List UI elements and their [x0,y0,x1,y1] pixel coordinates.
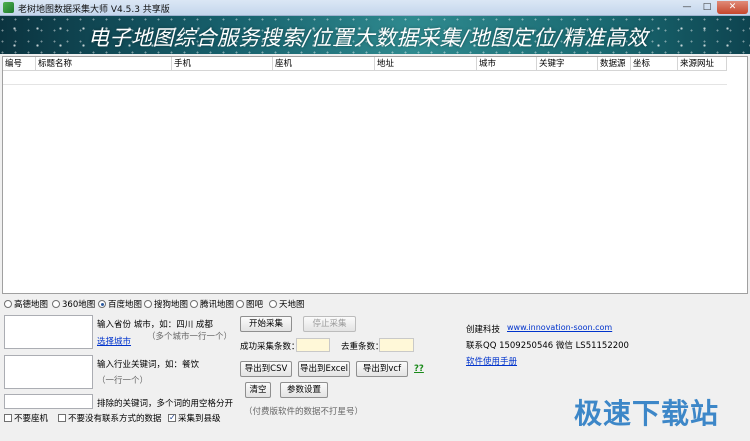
company-site-link[interactable]: www.innovation-soon.com [507,323,612,332]
window-title: 老树地图数据采集大师 V4.5.3 共享版 [18,5,170,15]
radio-amap[interactable]: 高德地图 [4,299,48,311]
dedup-count-label: 去重条数： [341,342,384,352]
radio-dot-icon [269,300,277,308]
column-header-city[interactable]: 城市 [477,57,537,71]
start-collect-button[interactable]: 开始采集 [240,316,292,332]
stop-collect-button[interactable]: 停止采集 [303,316,356,332]
company-name: 创建科技 [466,325,501,335]
minimize-button[interactable]: — [677,1,697,14]
radio-dot-icon [4,300,12,308]
exclude-keyword-input[interactable] [4,394,93,409]
close-button[interactable]: ✕ [717,1,748,14]
select-city-link[interactable]: 选择城市 [97,335,131,347]
radio-dot-icon [52,300,60,308]
results-table[interactable]: 编号 标题名称 手机 座机 地址 城市 关键字 数据源 坐标 来源网址 [2,56,748,294]
company-contact: 联系QQ 1509250546 微信 LS51152200 [466,341,629,351]
city-input[interactable] [4,315,93,349]
to-county-checkbox[interactable]: 采集到县级 [168,412,221,425]
radio-baidumap[interactable]: 百度地图 [98,299,142,311]
radio-mapbar[interactable]: 图吧 [236,299,263,311]
city-sub-hint: （多个城市一行一个） [147,332,233,342]
checkbox-icon [4,414,12,422]
column-header-landline[interactable]: 座机 [273,57,375,71]
success-count-label: 成功采集条数： [240,342,300,352]
checkbox-icon [58,414,66,422]
radio-dot-icon [236,300,244,308]
export-vcf-button[interactable]: 导出到vcf [356,361,408,377]
column-header-title[interactable]: 标题名称 [36,57,172,71]
keyword-input[interactable] [4,355,93,389]
clear-button[interactable]: 清空 [245,382,271,398]
banner: 电子地图综合服务搜索/位置大数据采集/地图定位/精准高效 [0,16,750,54]
column-header-source-url[interactable]: 来源网址 [678,57,727,71]
radio-tianditu[interactable]: 天地图 [269,299,305,311]
success-count-value [296,338,330,352]
radio-tencentmap[interactable]: 腾讯地图 [190,299,234,311]
export-excel-button[interactable]: 导出到Excel [298,361,350,377]
keyword-hint: 输入行业关键词，如：餐饮 [97,360,200,370]
table-header: 编号 标题名称 手机 座机 地址 城市 关键字 数据源 坐标 来源网址 [3,57,727,71]
column-header-address[interactable]: 地址 [375,57,477,71]
title-bar: 老树地图数据采集大师 V4.5.3 共享版 — □ ✕ [0,0,750,16]
site-watermark: 极速下载站 [574,397,720,430]
settings-button[interactable]: 参数设置 [280,382,328,398]
city-hint: 输入省份 城市，如：四川 成都 [97,320,213,330]
column-header-coordinates[interactable]: 坐标 [631,57,678,71]
radio-dot-icon [144,300,152,308]
user-manual-link[interactable]: 软件使用手册 [466,355,517,367]
no-contact-checkbox[interactable]: 不要没有联系方式的数据 [58,413,162,425]
no-landline-checkbox[interactable]: 不要座机 [4,413,48,425]
column-header-keyword[interactable]: 关键字 [537,57,598,71]
banner-slogan: 电子地图综合服务搜索/位置大数据采集/地图定位/精准高效 [88,26,649,50]
radio-360map[interactable]: 360地图 [52,299,95,311]
paid-version-note: （付费版软件的数据不打星号） [244,407,364,417]
dedup-count-value [379,338,414,352]
radio-dot-icon [190,300,198,308]
table-row[interactable] [3,71,727,85]
radio-dot-selected-icon [98,300,106,308]
radio-sogoumap[interactable]: 搜狗地图 [144,299,188,311]
column-header-id[interactable]: 编号 [3,57,36,71]
column-header-source[interactable]: 数据源 [598,57,631,71]
exclude-hint: 排除的关键词，多个词的用空格分开 [97,399,234,409]
checkbox-checked-icon [168,412,176,424]
export-csv-button[interactable]: 导出到CSV [240,361,292,377]
maximize-button[interactable]: □ [697,1,717,14]
keyword-sub-hint: （一行一个） [97,376,149,386]
column-header-mobile[interactable]: 手机 [172,57,273,71]
export-help-link[interactable]: ?? [414,364,424,374]
app-icon [3,2,14,13]
